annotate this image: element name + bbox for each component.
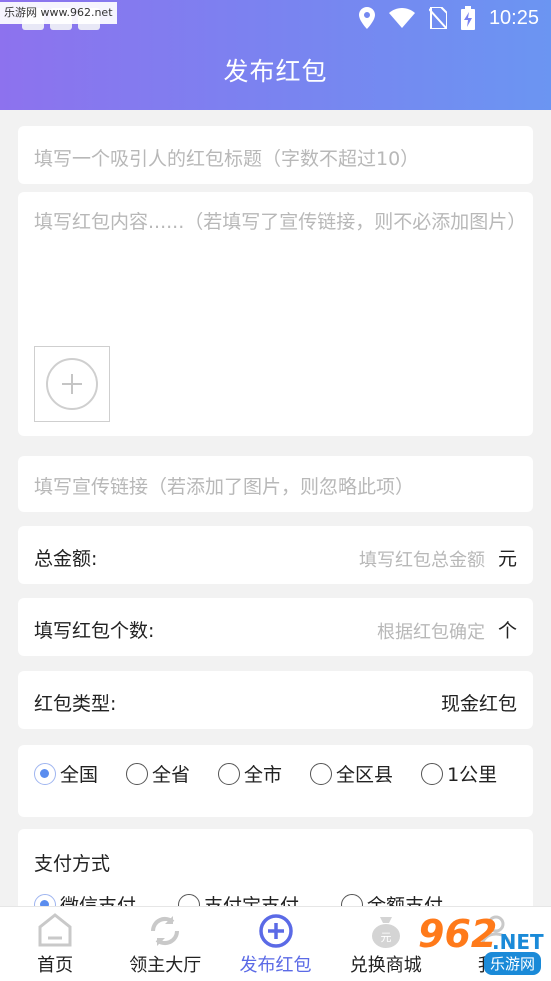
region-option-label: 1公里	[447, 764, 498, 786]
region-option-label: 全市	[244, 764, 283, 786]
radio-icon[interactable]	[421, 762, 444, 785]
site-logo-watermark: 962 .NET 乐游网	[410, 912, 551, 976]
status-indicators: 10:25	[358, 6, 539, 30]
count-input[interactable]: 根据红包确定	[377, 618, 485, 644]
location-icon	[358, 7, 375, 29]
home-icon	[37, 913, 73, 951]
nav-label: 发布红包	[239, 955, 312, 976]
nav-item-home[interactable]: 首页	[0, 907, 110, 981]
plus-circle-icon	[258, 913, 294, 953]
link-placeholder: 填写宣传链接（若添加了图片，则忽略此项）	[34, 476, 415, 498]
region-option-county[interactable]: 全区县	[310, 760, 393, 787]
svg-text:元: 元	[380, 931, 391, 944]
region-option-national[interactable]: 全国	[34, 760, 98, 787]
nav-item-hall[interactable]: 领主大厅	[110, 907, 220, 981]
count-unit: 个	[497, 620, 517, 642]
site-watermark: 乐游网 www.962.net	[0, 2, 117, 24]
amount-row: 总金额: 填写红包总金额 元	[18, 526, 533, 584]
watermark-net: .NET	[492, 930, 544, 954]
plus-icon	[46, 358, 98, 410]
region-option-label: 全省	[152, 764, 191, 786]
type-row[interactable]: 红包类型: 现金红包	[18, 671, 533, 729]
title-placeholder: 填写一个吸引人的红包标题（字数不超过10）	[34, 148, 420, 170]
battery-charging-icon	[460, 6, 475, 30]
watermark-number: 962	[418, 912, 498, 956]
amount-label: 总金额:	[34, 548, 98, 570]
no-sim-icon	[428, 7, 447, 29]
radio-icon[interactable]	[126, 762, 149, 785]
refresh-icon	[147, 913, 183, 953]
region-selector: 全国 全省 全市 全区县 1公里	[18, 745, 533, 817]
type-value[interactable]: 现金红包	[441, 689, 517, 716]
region-option-label: 全国	[60, 764, 99, 786]
nav-item-publish[interactable]: 发布红包	[220, 907, 330, 981]
region-option-city[interactable]: 全市	[218, 760, 282, 787]
content-input[interactable]: 填写红包内容......（若填写了宣传链接，则不必添加图片）	[18, 192, 533, 436]
region-radio-group: 全国 全省 全市 全区县 1公里	[34, 760, 497, 787]
payment-label: 支付方式	[34, 853, 111, 875]
amount-unit: 元	[497, 548, 517, 570]
radio-icon[interactable]	[310, 762, 333, 785]
region-option-label: 全区县	[336, 764, 394, 786]
region-option-province[interactable]: 全省	[126, 760, 190, 787]
amount-input[interactable]: 填写红包总金额	[359, 546, 485, 572]
type-label: 红包类型:	[34, 693, 117, 715]
page-title: 发布红包	[223, 57, 328, 86]
clock: 10:25	[488, 6, 539, 29]
app-header: 乐游网 www.962.net 10:25 发布红包	[0, 0, 551, 110]
nav-label: 领主大厅	[129, 955, 202, 976]
title-input[interactable]: 填写一个吸引人的红包标题（字数不超过10）	[18, 126, 533, 184]
wifi-icon	[388, 8, 415, 28]
money-bag-icon: 元	[368, 913, 404, 953]
watermark-text: 乐游网	[484, 952, 542, 975]
nav-label: 首页	[37, 955, 74, 976]
count-row: 填写红包个数: 根据红包确定 个	[18, 598, 533, 656]
link-input[interactable]: 填写宣传链接（若添加了图片，则忽略此项）	[18, 456, 533, 512]
radio-checked-icon[interactable]	[34, 762, 56, 785]
region-option-1km[interactable]: 1公里	[421, 760, 497, 787]
status-bar: 乐游网 www.962.net 10:25	[0, 0, 551, 40]
add-image-button[interactable]	[34, 346, 110, 422]
count-label: 填写红包个数:	[34, 620, 155, 642]
radio-icon[interactable]	[218, 762, 241, 785]
content-placeholder: 填写红包内容......（若填写了宣传链接，则不必添加图片）	[34, 211, 527, 233]
